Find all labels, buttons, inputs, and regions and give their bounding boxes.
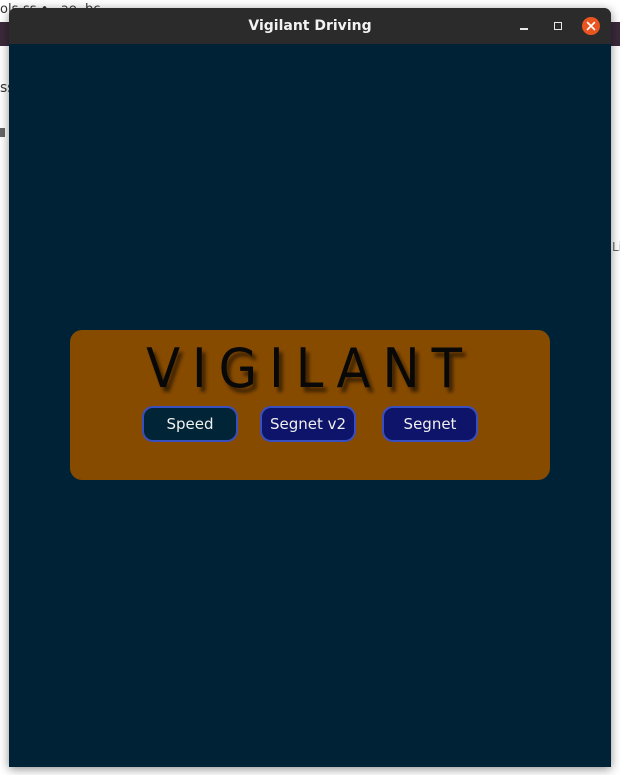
speed-button[interactable]: Speed	[142, 406, 238, 442]
vigilant-logo: VIGILANT	[146, 337, 474, 400]
app-window: Vigilant Driving VIGILANT Speed Segnet v…	[9, 8, 611, 767]
desktop: ols-ss • ..ae..bc.. ss Li Vigilant Drivi…	[0, 0, 620, 775]
segnet-v2-button[interactable]: Segnet v2	[260, 406, 356, 442]
background-window-text-right: Li	[612, 240, 620, 254]
background-square	[0, 128, 5, 137]
maximize-button[interactable]	[549, 17, 567, 35]
maximize-icon	[554, 22, 562, 30]
title-bar[interactable]: Vigilant Driving	[9, 8, 611, 44]
close-button[interactable]	[582, 17, 600, 35]
main-content: VIGILANT Speed Segnet v2 Segnet	[9, 44, 611, 767]
minimize-button[interactable]	[515, 17, 533, 35]
minimize-icon	[520, 28, 528, 30]
segnet-button[interactable]: Segnet	[382, 406, 478, 442]
close-icon	[586, 21, 596, 31]
control-panel: VIGILANT Speed Segnet v2 Segnet	[70, 330, 550, 480]
